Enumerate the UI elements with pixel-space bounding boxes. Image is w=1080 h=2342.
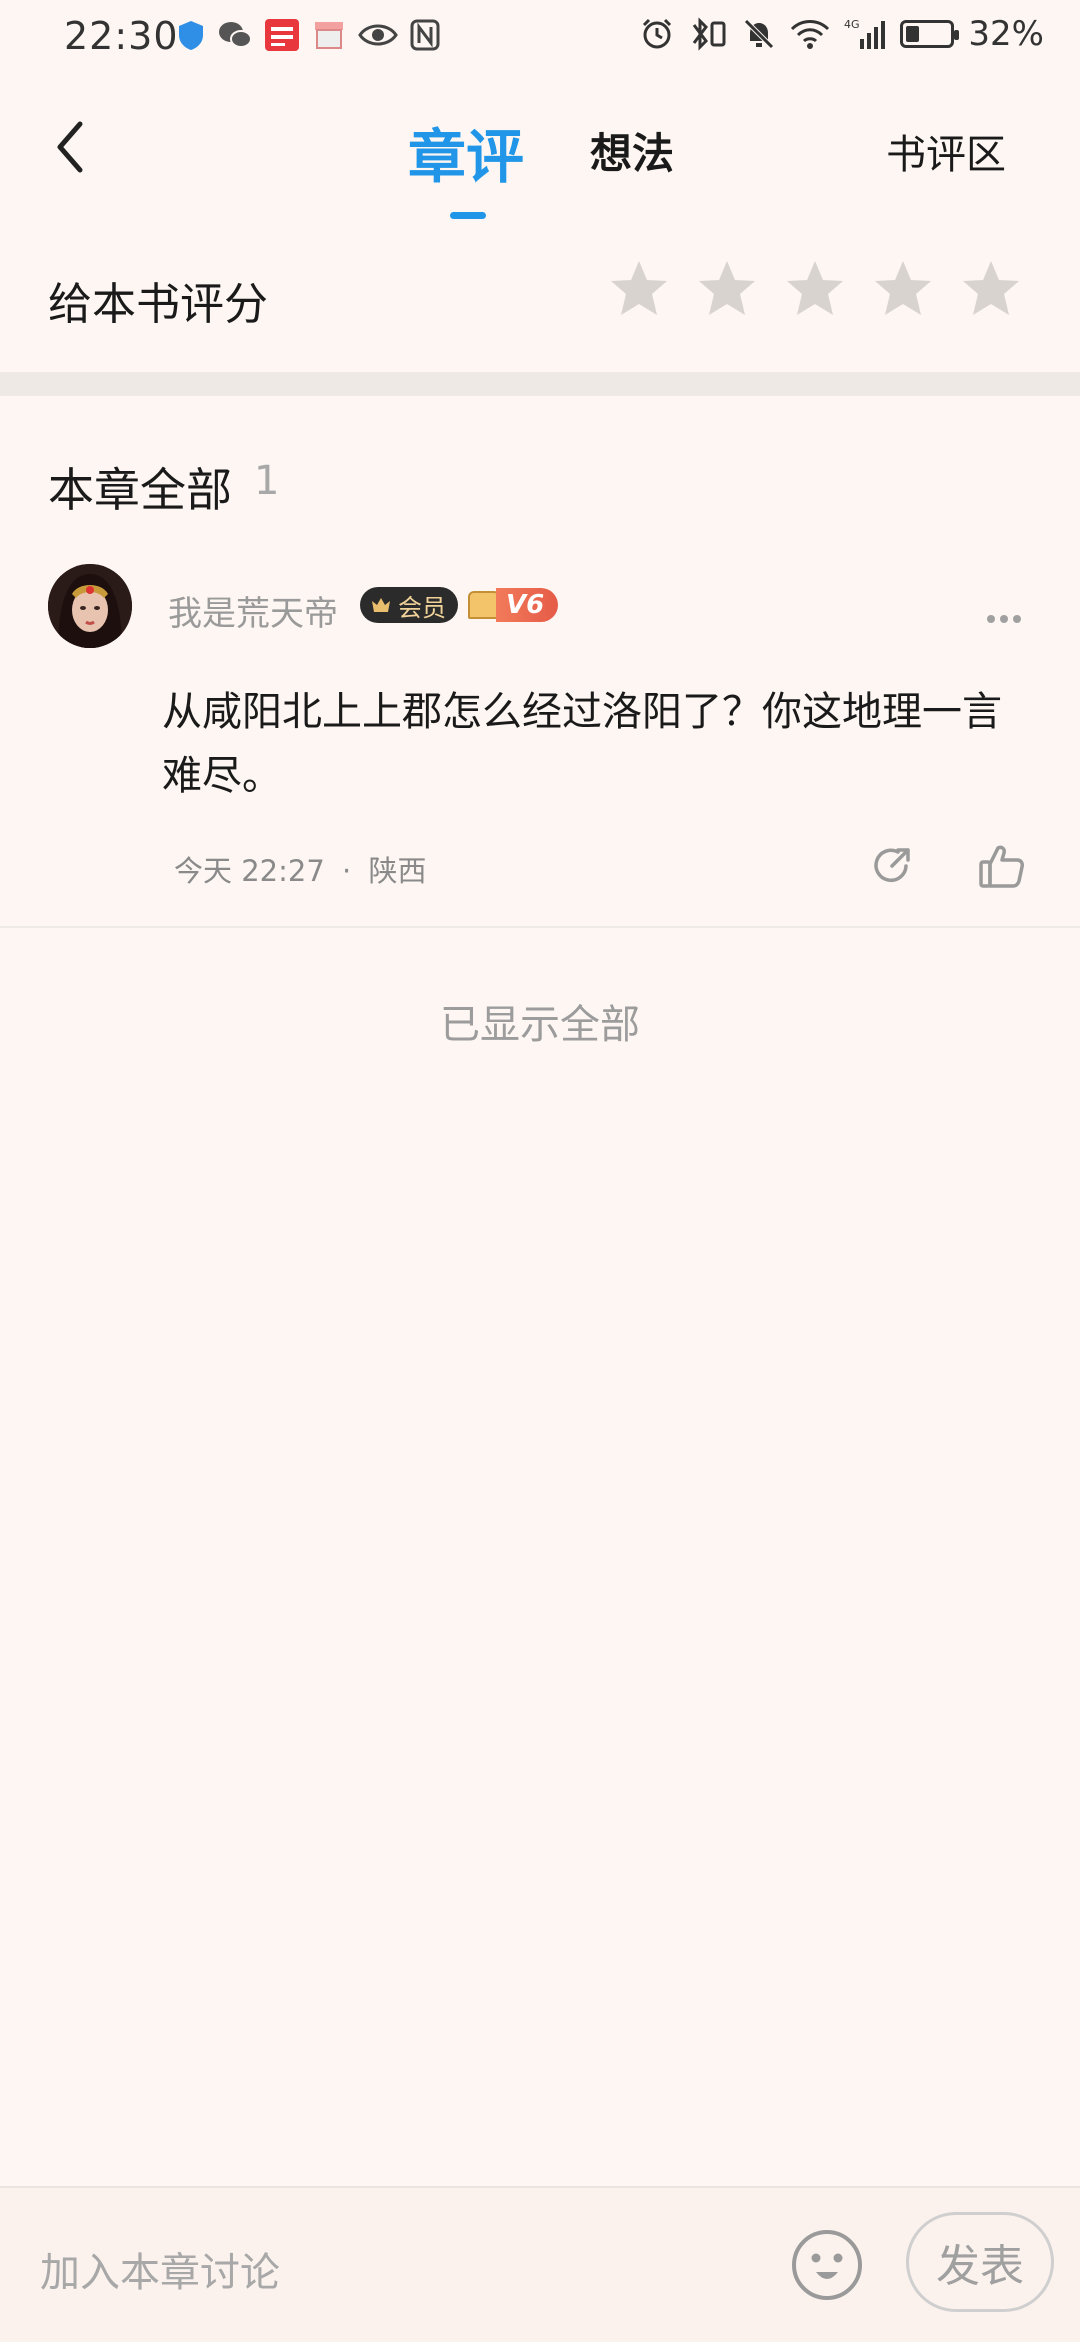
emoji-button[interactable]: [790, 2228, 864, 2302]
signal-icon: 4G: [844, 18, 886, 49]
chevron-left-icon: [57, 121, 83, 173]
toutiao-icon: [265, 19, 299, 51]
eye-icon: [358, 24, 398, 46]
back-button[interactable]: [40, 112, 100, 182]
status-bar: 22:30 4G 32%: [0, 0, 1080, 76]
rating-stars: [608, 258, 1022, 320]
bluetooth-icon: [693, 17, 726, 51]
battery-icon: [900, 20, 960, 48]
battery-fill: [906, 26, 920, 42]
avatar[interactable]: [48, 564, 132, 648]
active-tab-indicator: [450, 212, 486, 219]
rate-book-label: 给本书评分: [48, 279, 268, 330]
more-dots-icon: [987, 615, 1021, 623]
discussion-input[interactable]: 加入本章讨论: [40, 2240, 280, 2298]
emoji-icon: [792, 2230, 862, 2300]
status-time: 22:30: [64, 14, 179, 58]
network-label: 4G: [844, 18, 860, 31]
shield-icon: [179, 21, 203, 50]
review-area-link[interactable]: 书评区: [886, 122, 1006, 180]
box-app-icon: [315, 22, 343, 49]
rating-star-1[interactable]: [608, 258, 670, 320]
status-left-icons: [176, 18, 440, 52]
comment-location: 陕西: [368, 854, 427, 888]
comment-username[interactable]: 我是荒天帝: [168, 586, 338, 635]
level-badge: V6: [468, 586, 559, 624]
status-right-icons: 4G 32%: [640, 14, 1044, 54]
rating-star-5[interactable]: [960, 258, 1022, 320]
tab-ideas[interactable]: 想法: [590, 120, 674, 181]
publish-button[interactable]: 发表: [906, 2212, 1054, 2312]
comment-time: 今天 22:27: [174, 854, 325, 888]
avatar-image: [48, 564, 132, 648]
rating-star-4[interactable]: [872, 258, 934, 320]
tab-chapter-review[interactable]: 章评: [408, 110, 524, 194]
all-shown-note: 已显示全部: [440, 1002, 640, 1048]
section-title: 本章全部: [48, 463, 232, 517]
list-divider: [0, 926, 1080, 928]
member-badge-label: 会员: [398, 593, 446, 622]
comment-text: 从咸阳北上上郡怎么经过洛阳了？你这地理一言难尽。: [162, 689, 1002, 799]
battery-percent: 32%: [968, 14, 1044, 54]
rating-star-3[interactable]: [784, 258, 846, 320]
meta-separator: ·: [342, 854, 352, 888]
like-button[interactable]: [976, 840, 1028, 892]
level-badge-label: V6: [496, 588, 559, 622]
share-button[interactable]: [868, 842, 916, 890]
wechat-icon: [219, 22, 252, 48]
more-options-button[interactable]: [986, 588, 1022, 634]
thumbs-up-icon: [979, 845, 1024, 888]
mute-icon: [744, 19, 775, 49]
crown-icon: [372, 598, 390, 612]
comment-count: 1: [254, 458, 280, 504]
nfc-icon: [410, 19, 440, 51]
rating-star-2[interactable]: [696, 258, 758, 320]
section-divider: [0, 372, 1080, 396]
alarm-icon: [643, 18, 672, 49]
wifi-icon: [791, 20, 830, 49]
comment-meta: 今天 22:27 · 陕西: [174, 848, 426, 890]
share-icon: [874, 848, 910, 883]
member-badge: 会员: [360, 587, 458, 623]
